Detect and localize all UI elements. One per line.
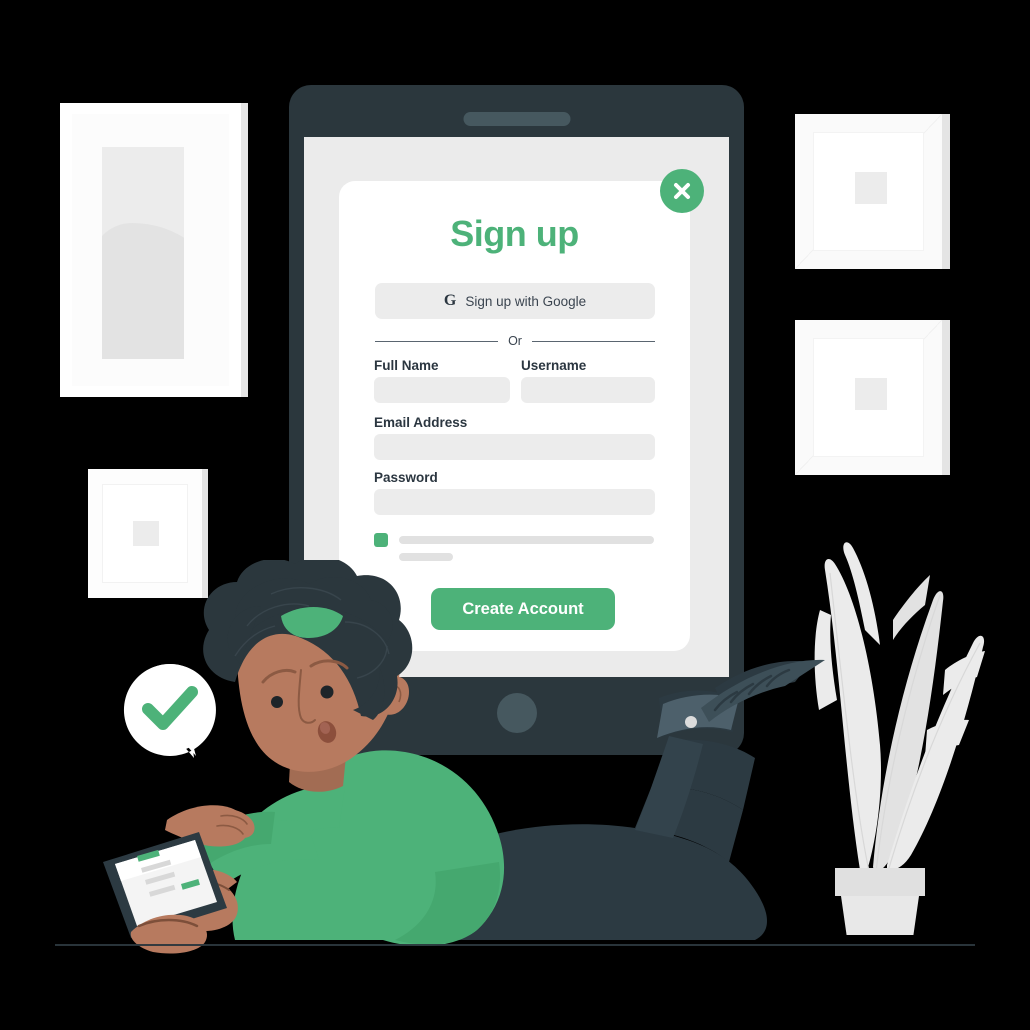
divider-line-left — [375, 340, 499, 342]
floor-line — [55, 944, 975, 946]
head — [203, 560, 413, 772]
terms-checkbox[interactable] — [374, 533, 388, 547]
tall-portrait-frame — [60, 103, 248, 397]
speaker-bar — [463, 112, 570, 126]
email-address-label: Email Address — [374, 415, 468, 430]
success-check-bubble — [120, 660, 220, 760]
right-square-frame-top — [795, 114, 950, 269]
google-icon: G — [443, 292, 457, 309]
password-input[interactable] — [374, 489, 655, 515]
divider-label: Or — [508, 334, 522, 348]
frame-artwork — [133, 521, 159, 546]
password-label: Password — [374, 470, 438, 485]
frame-artwork — [855, 378, 887, 410]
illustration-scene: Sign up G Sign up with Google Or Full Na… — [0, 0, 1030, 1030]
frame-edge — [241, 103, 248, 397]
email-address-input[interactable] — [374, 434, 655, 460]
signup-with-google-button[interactable]: G Sign up with Google — [375, 283, 655, 319]
right-square-frame-bottom — [795, 320, 950, 475]
person-lying-with-tablet — [95, 560, 885, 960]
username-label: Username — [521, 358, 587, 373]
terms-text-line-1 — [399, 536, 654, 544]
username-input[interactable] — [521, 377, 655, 403]
full-name-label: Full Name — [374, 358, 439, 373]
page-title: Sign up — [450, 213, 579, 254]
close-icon[interactable] — [660, 169, 704, 213]
frame-artwork — [855, 172, 887, 204]
shoe — [657, 659, 825, 738]
signup-with-google-label: Sign up with Google — [465, 293, 587, 309]
divider: Or — [375, 332, 656, 350]
full-name-input[interactable] — [374, 377, 510, 403]
frame-artwork — [102, 147, 184, 359]
divider-line-right — [531, 340, 656, 342]
frame-edge — [942, 114, 950, 269]
frame-edge — [942, 320, 950, 475]
